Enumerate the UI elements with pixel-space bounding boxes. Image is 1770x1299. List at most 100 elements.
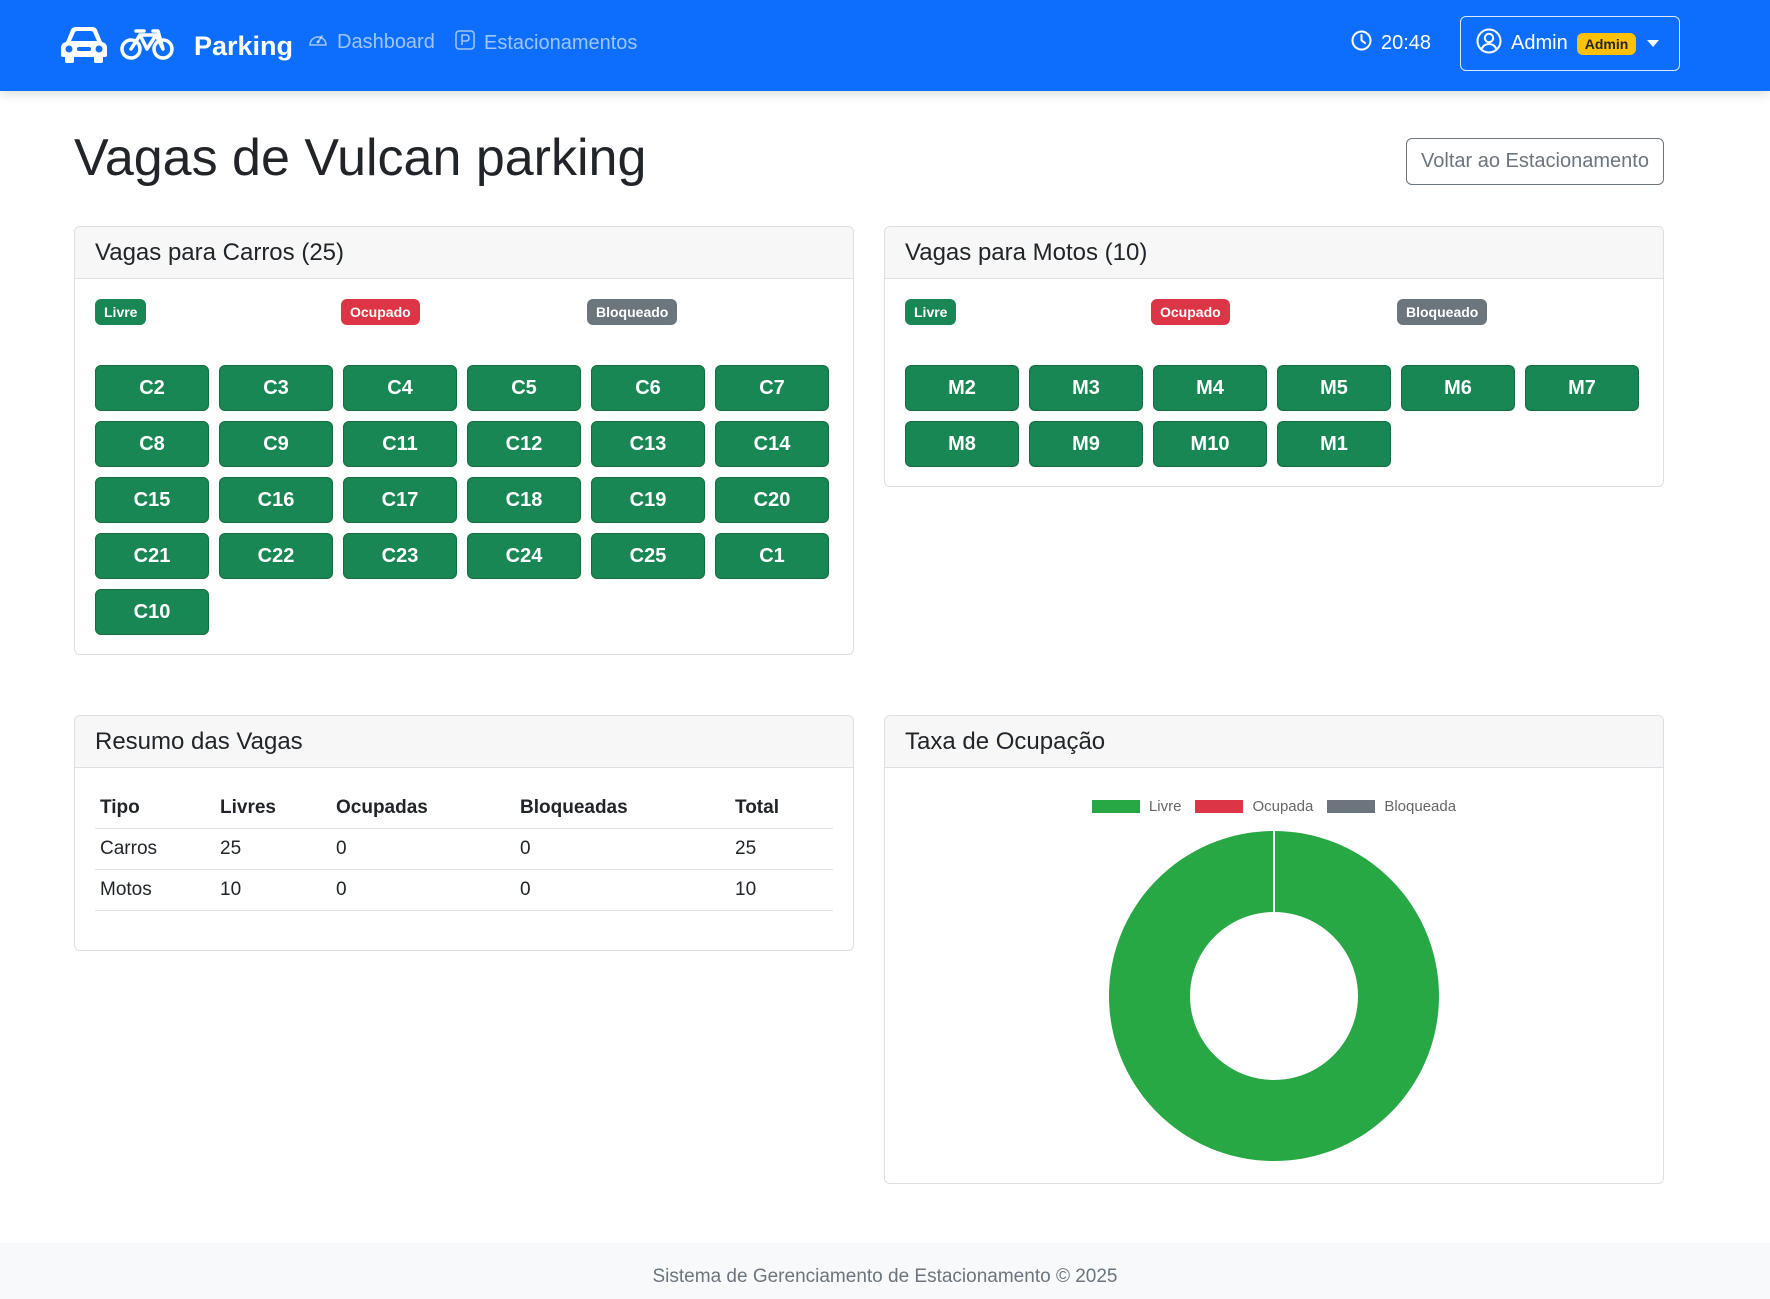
table-header-row: Tipo Livres Ocupadas Bloqueadas Total — [95, 788, 833, 829]
car-spot-c23[interactable]: C23 — [343, 533, 457, 579]
badge-occupied: Ocupado — [341, 299, 420, 325]
nav-link-dashboard[interactable]: Dashboard — [308, 30, 435, 54]
user-name: Admin — [1511, 32, 1568, 54]
table-cell: Motos — [95, 869, 215, 911]
clock-icon — [1351, 30, 1372, 57]
moto-spot-m7[interactable]: M7 — [1525, 365, 1639, 411]
car-spot-c17[interactable]: C17 — [343, 477, 457, 523]
table-cell: 0 — [331, 869, 515, 911]
badge-blocked: Bloqueado — [587, 299, 678, 325]
car-spot-c10[interactable]: C10 — [95, 589, 209, 635]
badge-blocked: Bloqueado — [1397, 299, 1488, 325]
car-spot-c22[interactable]: C22 — [219, 533, 333, 579]
car-spots-card: Vagas para Carros (25) Livre Ocupado Blo… — [74, 226, 854, 655]
car-spot-c12[interactable]: C12 — [467, 421, 581, 467]
car-spot-c24[interactable]: C24 — [467, 533, 581, 579]
moto-spot-m4[interactable]: M4 — [1153, 365, 1267, 411]
column-header: Tipo — [95, 788, 215, 829]
footer-text: Sistema de Gerenciamento de Estacionamen… — [652, 1266, 1118, 1287]
chevron-down-icon — [1647, 40, 1660, 47]
car-spot-c5[interactable]: C5 — [467, 365, 581, 411]
car-spot-c1[interactable]: C1 — [715, 533, 829, 579]
brand[interactable]: Parking — [58, 24, 293, 69]
moto-spot-m10[interactable]: M10 — [1153, 421, 1267, 467]
nav-link-label: Dashboard — [337, 30, 435, 53]
car-spot-grid: C2 C3 C4 C5 C6 C7 C8 C9 C11 C12 C13 C14 C15 C16 C17 C18… — [95, 365, 833, 635]
car-spot-c3[interactable]: C3 — [219, 365, 333, 411]
back-to-parking-button[interactable]: Voltar ao Estacionamento — [1406, 138, 1664, 185]
car-spot-c8[interactable]: C8 — [95, 421, 209, 467]
badge-occupied: Ocupado — [1151, 299, 1230, 325]
table-cell: 10 — [730, 869, 833, 911]
status-legend: Livre Ocupado Bloqueado — [95, 299, 833, 326]
clock-time: 20:48 — [1381, 32, 1432, 54]
car-spots-title: Vagas para Carros (25) — [75, 227, 853, 279]
nav-link-label: Estacionamentos — [484, 31, 638, 54]
table-row: Motos 10 0 0 10 — [95, 869, 833, 911]
car-spot-c21[interactable]: C21 — [95, 533, 209, 579]
car-spot-c19[interactable]: C19 — [591, 477, 705, 523]
table-cell: 0 — [515, 828, 730, 870]
car-spot-c18[interactable]: C18 — [467, 477, 581, 523]
moto-spot-m8[interactable]: M8 — [905, 421, 1019, 467]
table-cell: 0 — [331, 828, 515, 870]
car-spot-c14[interactable]: C14 — [715, 421, 829, 467]
car-spot-c20[interactable]: C20 — [715, 477, 829, 523]
moto-spot-m6[interactable]: M6 — [1401, 365, 1515, 411]
car-spots-body: Livre Ocupado Bloqueado C2 C3 C4 C5 C6 C7 C8 C9… — [75, 279, 853, 654]
table-cell: 0 — [515, 869, 730, 911]
summary-title: Resumo das Vagas — [75, 716, 853, 768]
occupancy-donut-chart — [1108, 831, 1439, 1161]
summary-table: Tipo Livres Ocupadas Bloqueadas Total Ca… — [95, 788, 833, 911]
nav-link-estacionamentos[interactable]: Estacionamentos — [455, 30, 637, 56]
moto-spots-card: Vagas para Motos (10) Livre Ocupado Bloq… — [884, 226, 1664, 487]
car-spot-c9[interactable]: C9 — [219, 421, 333, 467]
status-legend: Livre Ocupado Bloqueado — [905, 299, 1643, 326]
car-spot-c2[interactable]: C2 — [95, 365, 209, 411]
moto-spot-m2[interactable]: M2 — [905, 365, 1019, 411]
speedometer-icon — [308, 30, 328, 54]
navbar: Parking Dashboard Estacionamentos 20:48 … — [0, 0, 1770, 91]
occupancy-title: Taxa de Ocupação — [885, 716, 1663, 768]
column-header: Total — [730, 788, 833, 829]
car-spot-c15[interactable]: C15 — [95, 477, 209, 523]
moto-spot-m3[interactable]: M3 — [1029, 365, 1143, 411]
clock: 20:48 — [1351, 30, 1431, 57]
column-header: Livres — [215, 788, 331, 829]
car-spot-c16[interactable]: C16 — [219, 477, 333, 523]
brand-name: Parking — [194, 31, 294, 61]
footer: Sistema de Gerenciamento de Estacionamen… — [0, 1243, 1770, 1299]
car-spot-c4[interactable]: C4 — [343, 365, 457, 411]
moto-spot-m1[interactable]: M1 — [1277, 421, 1391, 467]
parking-p-icon — [455, 30, 475, 56]
moto-spots-body: Livre Ocupado Bloqueado M2 M3 M4 M5 M6 M7 M8 M9… — [885, 279, 1663, 486]
column-header: Ocupadas — [331, 788, 515, 829]
role-badge: Admin — [1576, 32, 1637, 55]
moto-spot-m9[interactable]: M9 — [1029, 421, 1143, 467]
summary-body: Tipo Livres Ocupadas Bloqueadas Total Ca… — [75, 768, 853, 931]
car-spot-c7[interactable]: C7 — [715, 365, 829, 411]
table-cell: 25 — [730, 828, 833, 870]
occupancy-chart-body: Livre Ocupada Bloqueada — [885, 768, 1663, 1183]
page-title: Vagas de Vulcan parking — [74, 129, 647, 187]
occupancy-card: Taxa de Ocupação Livre Ocupada Bloqueada — [884, 715, 1664, 1184]
car-spot-c6[interactable]: C6 — [591, 365, 705, 411]
table-cell: 25 — [215, 828, 331, 870]
car-icon — [58, 24, 110, 69]
table-row: Carros 25 0 0 25 — [95, 828, 833, 870]
table-cell: Carros — [95, 828, 215, 870]
user-circle-icon — [1476, 28, 1502, 60]
table-cell: 10 — [215, 869, 331, 911]
moto-spot-grid: M2 M3 M4 M5 M6 M7 M8 M9 M10 M1 — [905, 365, 1643, 467]
user-menu-button[interactable]: Admin Admin — [1460, 16, 1680, 71]
moto-spot-m5[interactable]: M5 — [1277, 365, 1391, 411]
car-spot-c13[interactable]: C13 — [591, 421, 705, 467]
badge-free: Livre — [95, 299, 147, 325]
summary-card: Resumo das Vagas Tipo Livres Ocupadas Bl… — [74, 715, 854, 951]
bicycle-icon — [120, 27, 174, 66]
car-spot-c11[interactable]: C11 — [343, 421, 457, 467]
badge-free: Livre — [905, 299, 957, 325]
car-spot-c25[interactable]: C25 — [591, 533, 705, 579]
column-header: Bloqueadas — [515, 788, 730, 829]
moto-spots-title: Vagas para Motos (10) — [885, 227, 1663, 279]
